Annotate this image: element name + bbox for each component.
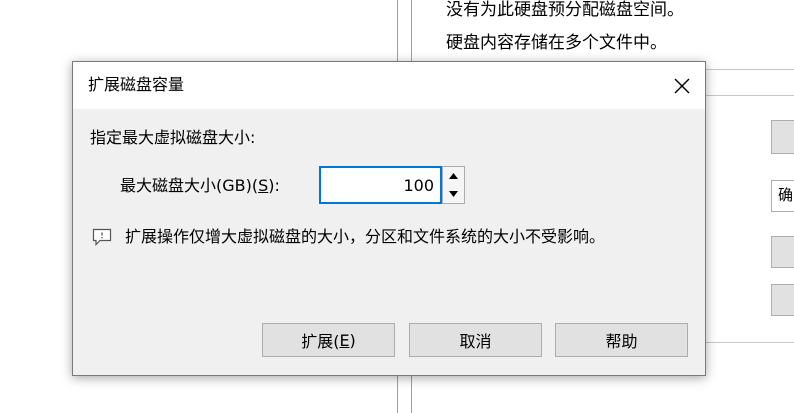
background-button[interactable] — [771, 236, 794, 268]
max-size-label: 最大磁盘大小(GB)(S): — [120, 175, 280, 197]
expand-button-accelerator: E — [339, 330, 350, 350]
expand-button[interactable]: 扩展(E) — [262, 323, 395, 357]
max-size-label-accelerator: S — [258, 176, 269, 195]
screen: 没有为此硬盘预分配磁盘空间。 硬盘内容存储在多个文件中。 确 扩展磁盘容量 指定… — [0, 0, 794, 413]
close-icon — [674, 78, 690, 93]
max-size-spinner — [319, 166, 469, 204]
expand-disk-dialog: 扩展磁盘容量 指定最大虚拟磁盘大小: 最大磁盘大小(GB)(S): 100 扩展… — [72, 61, 706, 376]
background-button[interactable] — [771, 120, 794, 154]
background-info-line: 没有为此硬盘预分配磁盘空间。 — [446, 0, 684, 20]
chevron-up-icon — [449, 173, 458, 179]
background-separator — [706, 95, 794, 96]
dialog-titlebar: 扩展磁盘容量 — [73, 62, 705, 109]
spinner-buttons — [442, 166, 465, 204]
speech-bubble-icon — [91, 227, 113, 247]
max-size-label-prefix: 最大磁盘大小(GB)( — [120, 176, 259, 195]
background-button[interactable] — [771, 284, 794, 316]
help-button[interactable]: 帮助 — [555, 323, 688, 357]
max-size-label-suffix: ): — [268, 176, 280, 195]
spin-down-button[interactable] — [443, 185, 464, 203]
max-size-input[interactable] — [319, 166, 442, 204]
expand-button-prefix: 扩展( — [301, 332, 340, 351]
cancel-button[interactable]: 取消 — [409, 323, 542, 357]
background-separator — [706, 342, 794, 343]
close-button[interactable] — [659, 62, 705, 109]
info-text: 扩展操作仅增大虚拟磁盘的大小，分区和文件系统的大小不受影响。 — [125, 227, 606, 246]
dialog-title: 扩展磁盘容量 — [88, 75, 185, 94]
background-info-line: 硬盘内容存储在多个文件中。 — [446, 33, 667, 53]
info-message: 扩展操作仅增大虚拟磁盘的大小，分区和文件系统的大小不受影响。 — [91, 225, 605, 249]
chevron-down-icon — [449, 191, 458, 197]
expand-button-suffix: ) — [349, 330, 356, 350]
spin-up-button[interactable] — [443, 167, 464, 186]
background-button[interactable]: 确 — [771, 180, 794, 212]
section-label: 指定最大虚拟磁盘大小: — [90, 128, 256, 147]
background-separator — [706, 69, 794, 70]
